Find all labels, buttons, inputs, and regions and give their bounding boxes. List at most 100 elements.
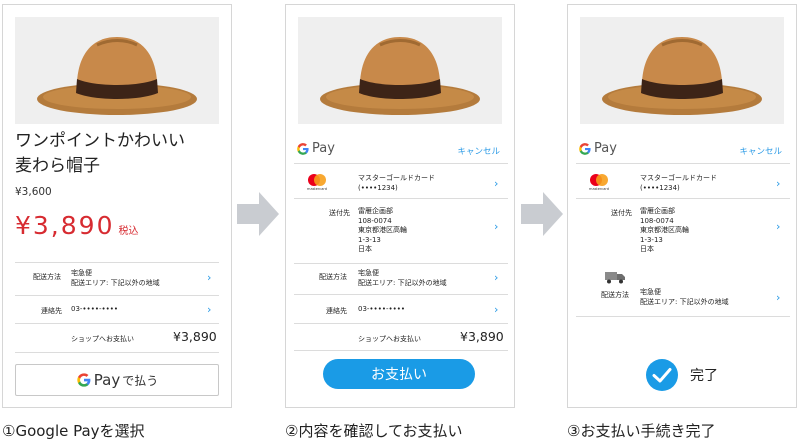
chevron-right-icon[interactable]: › — [494, 220, 498, 233]
chevron-right-icon[interactable]: › — [776, 291, 780, 304]
address-label: 送付先 — [611, 209, 632, 217]
payment-amount: ¥3,890 — [460, 329, 504, 344]
address-line: 日本 — [358, 245, 372, 253]
sale-price-value: ¥3,890 — [15, 211, 115, 240]
completion-status: 完了 — [646, 359, 718, 391]
step-caption-1: ①Google Payを選択 — [2, 422, 145, 440]
payment-label: ショップへお支払い — [71, 335, 134, 343]
payment-label: ショップへお支払い — [358, 335, 421, 343]
chevron-right-icon[interactable]: › — [776, 177, 780, 190]
card-info[interactable]: マスターゴールドカード (••••1234) — [640, 174, 717, 193]
address-label: 送付先 — [329, 209, 350, 217]
shipping-value[interactable]: 宅急便 配送エリア: 下記以外の地域 — [71, 269, 160, 288]
google-pay-header: Pay — [296, 141, 335, 156]
shipping-area: 配送エリア: 下記以外の地域 — [358, 278, 447, 287]
screen-3-complete: Pay キャンセル mastercard マスターゴールドカード (••••12… — [567, 4, 797, 408]
step-caption-3: ③お支払い手続き完了 — [567, 422, 716, 440]
shipping-method: 宅急便 — [358, 269, 379, 277]
gpay-pay-text: Pay — [93, 371, 121, 389]
shipping-area: 配送エリア: 下記以外の地域 — [71, 278, 160, 287]
shipping-label: 配送方法 — [601, 291, 629, 299]
chevron-right-icon[interactable]: › — [207, 303, 211, 316]
card-name: マスターゴールドカード — [640, 174, 717, 182]
address-line: 1-3-13 — [640, 235, 663, 244]
product-title-line2: 麦わら帽子 — [15, 156, 100, 176]
address-value[interactable]: 雷雁企画部 108-0074 東京都港区高輪 1-3-13 日本 — [358, 207, 407, 255]
divider — [294, 350, 508, 351]
google-pay-header: Pay — [578, 141, 617, 156]
shipping-area: 配送エリア: 下記以外の地域 — [640, 297, 729, 306]
address-line: 1-3-13 — [358, 235, 381, 244]
google-g-icon — [579, 142, 591, 155]
tax-label: 税込 — [118, 226, 139, 237]
chevron-right-icon[interactable]: › — [494, 271, 498, 284]
product-image — [298, 17, 502, 124]
gpay-pay-text: Pay — [312, 141, 335, 156]
chevron-right-icon[interactable]: › — [207, 271, 211, 284]
address-line: 雷雁企画部 — [358, 207, 393, 215]
contact-label: 連絡先 — [41, 307, 62, 315]
shipping-value[interactable]: 宅急便 配送エリア: 下記以外の地域 — [358, 269, 447, 288]
divider — [294, 163, 508, 164]
address-line: 108-0074 — [640, 216, 674, 225]
divider — [576, 198, 790, 199]
cancel-link[interactable]: キャンセル — [739, 145, 782, 157]
address-line: 108-0074 — [358, 216, 392, 225]
divider — [15, 323, 219, 324]
product-image — [580, 17, 784, 124]
address-line: 雷雁企画部 — [640, 207, 675, 215]
google-g-icon — [297, 142, 309, 155]
arrow-right-icon — [521, 192, 563, 236]
divider — [294, 198, 508, 199]
cancel-link[interactable]: キャンセル — [457, 145, 500, 157]
address-line: 日本 — [640, 245, 654, 253]
divider — [15, 295, 219, 296]
original-price: ¥3,600 — [15, 186, 52, 198]
truck-icon — [605, 272, 625, 284]
done-label: 完了 — [690, 368, 718, 384]
screen-1-product: ワンポイントかわいい 麦わら帽子 ¥3,600 ¥3,890 税込 配送方法 宅急… — [2, 4, 232, 408]
card-number: (••••1234) — [358, 183, 398, 192]
shipping-value[interactable]: 宅急便 配送エリア: 下記以外の地域 — [640, 288, 729, 307]
card-name: マスターゴールドカード — [358, 174, 435, 182]
sale-price: ¥3,890 税込 — [15, 211, 138, 240]
chevron-right-icon[interactable]: › — [776, 220, 780, 233]
arrow-right-icon — [237, 192, 279, 236]
card-info[interactable]: マスターゴールドカード (••••1234) — [358, 174, 435, 193]
divider — [576, 163, 790, 164]
check-circle-icon — [646, 359, 678, 391]
divider — [15, 352, 219, 353]
product-title-line1: ワンポイントかわいい — [15, 131, 185, 151]
shipping-method: 宅急便 — [640, 288, 661, 296]
divider — [576, 316, 790, 317]
google-pay-button[interactable]: Pay で払う — [15, 364, 219, 396]
gpay-suffix-text: で払う — [122, 373, 159, 388]
divider — [294, 323, 508, 324]
address-line: 東京都港区高輪 — [640, 226, 689, 234]
card-number: (••••1234) — [640, 183, 680, 192]
payment-amount: ¥3,890 — [173, 329, 217, 344]
shipping-method: 宅急便 — [71, 269, 92, 277]
shipping-label: 配送方法 — [319, 273, 347, 281]
screen-2-confirm: Pay キャンセル mastercard マスターゴールドカード (••••12… — [285, 4, 515, 408]
mastercard-logo-text: mastercard — [589, 187, 609, 191]
mastercard-logo-icon: mastercard — [307, 174, 327, 191]
mastercard-logo-text: mastercard — [307, 187, 327, 191]
address-line: 東京都港区高輪 — [358, 226, 407, 234]
product-image — [15, 17, 219, 124]
contact-label: 連絡先 — [326, 307, 347, 315]
address-value[interactable]: 雷雁企画部 108-0074 東京都港区高輪 1-3-13 日本 — [640, 207, 689, 255]
contact-value[interactable]: 03-••••-•••• — [358, 305, 405, 315]
divider — [15, 262, 219, 263]
chevron-right-icon[interactable]: › — [494, 303, 498, 316]
chevron-right-icon[interactable]: › — [494, 177, 498, 190]
step-caption-2: ②内容を確認してお支払い — [285, 422, 463, 440]
product-title: ワンポイントかわいい 麦わら帽子 — [15, 129, 185, 179]
pay-button[interactable]: お支払い — [323, 359, 475, 389]
contact-value[interactable]: 03-••••-•••• — [71, 305, 118, 315]
shipping-label: 配送方法 — [33, 273, 61, 281]
divider — [294, 263, 508, 264]
mastercard-logo-icon: mastercard — [589, 174, 609, 191]
divider — [294, 294, 508, 295]
google-g-icon — [77, 373, 91, 387]
